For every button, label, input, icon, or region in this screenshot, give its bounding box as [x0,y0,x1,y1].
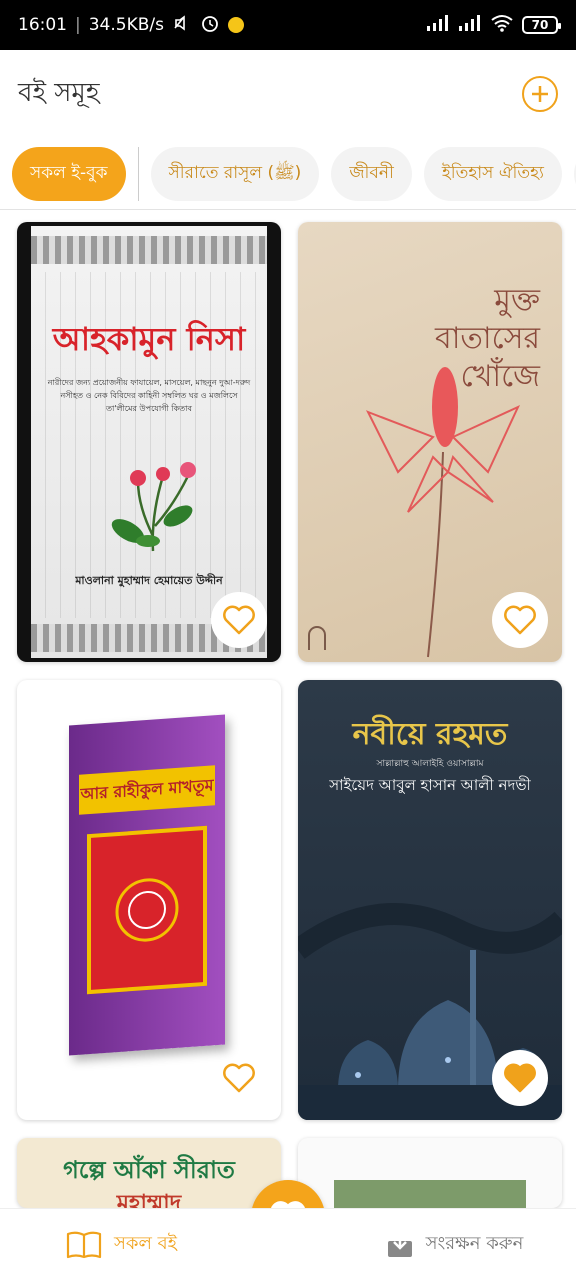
book-card[interactable] [298,1138,562,1208]
open-book-icon [66,1231,102,1258]
book-title: নবীয়ে রহমত [352,717,508,752]
category-chips: সকল ই-বুক সীরাতে রাসূল (ﷺ) জীবনী ইতিহাস … [0,138,576,210]
rose-illustration [111,462,196,552]
book-card[interactable]: নবীয়ে রহমত সাল্লাল্লাহু আলাইহি ওয়াসাল্… [298,680,562,1120]
cover-ornament [115,878,179,942]
chip-all-ebooks[interactable]: সকল ই-বুক [12,146,126,201]
chip-seerah[interactable]: সীরাতে রাসূল (ﷺ) [150,146,320,201]
wifi-icon [490,14,514,37]
chip-history[interactable]: ইতিহাস ঐতিহ্য [423,146,562,201]
book-card[interactable]: মুক্ত বাতাসের খোঁজে [298,222,562,662]
plus-circle-icon [532,86,548,102]
nav-label: সকল বই [114,1233,177,1254]
heart-outline-icon [223,605,255,635]
favorite-button[interactable] [492,592,548,648]
bottom-nav: সকল বই সংরক্ষন করুন [0,1208,576,1280]
book-card[interactable]: গল্পে আঁকা সীরাত মুহাম্মাদ [17,1138,281,1208]
publisher-logo [308,626,326,650]
cover-ornament [31,236,267,264]
heart-outline-icon [223,1063,255,1093]
book-cover: আর রাহীকুল মাখতূম [69,714,225,1056]
nav-save[interactable]: সংরক্ষন করুন [333,1229,576,1260]
status-bar: 16:01 | 34.5KB/s 70 [0,0,576,50]
add-button[interactable] [522,76,558,112]
chip-label: ইতিহাস ঐতিহ্য [441,162,544,183]
network-speed: 34.5KB/s [88,15,164,35]
book-card[interactable]: আর রাহীকুল মাখতূম [17,680,281,1120]
book-author: মাওলানা মুহাম্মাদ হেমায়েত উদ্দীন [75,574,223,587]
nav-label: সংরক্ষন করুন [425,1233,524,1254]
heart-filled-icon [504,1063,536,1093]
book-subtitle: নারীদের জন্য প্রয়োজনীয় ফাযায়েল, মাসয়… [47,378,251,413]
status-time: 16:01 [18,15,67,35]
signal-icon-1 [426,14,450,36]
book-subtitle: মুহাম্মাদ [116,1191,182,1208]
chip-label: সীরাতে রাসূল (ﷺ) [168,162,302,183]
book-card[interactable]: আহকামুন নিসা নারীদের জন্য প্রয়োজনীয় ফা… [17,222,281,662]
app-bar: বই সমূহ [0,50,576,138]
status-divider: | [75,15,81,35]
heart-outline-icon [504,605,536,635]
favorite-button[interactable] [211,1050,267,1106]
mute-icon [172,14,192,37]
chip-divider [137,146,139,201]
favorite-button[interactable] [211,592,267,648]
download-icon [387,1232,412,1257]
chip-label: সকল ই-বুক [30,162,108,183]
book-title: আর রাহীকুল মাখতূম [79,765,215,815]
book-author: সাইয়েদ আবুল হাসান আলী নদভী [329,776,531,794]
book-subtitle: সাল্লাল্লাহু আলাইহি ওয়াসাল্লাম [376,759,484,769]
favorite-button[interactable] [492,1050,548,1106]
battery-icon: 70 [522,16,561,34]
nav-all-books[interactable]: সকল বই [0,1229,243,1260]
page-title: বই সমূহ [18,78,100,108]
chip-biography[interactable]: জীবনী [331,146,412,201]
notification-emoji-icon [227,17,244,33]
book-title: আহকামুন নিসা [52,320,246,358]
alarm-icon [200,13,220,38]
signal-icon-2 [458,14,482,36]
chip-label: জীবনী [349,162,394,183]
book-cover [334,1180,526,1208]
